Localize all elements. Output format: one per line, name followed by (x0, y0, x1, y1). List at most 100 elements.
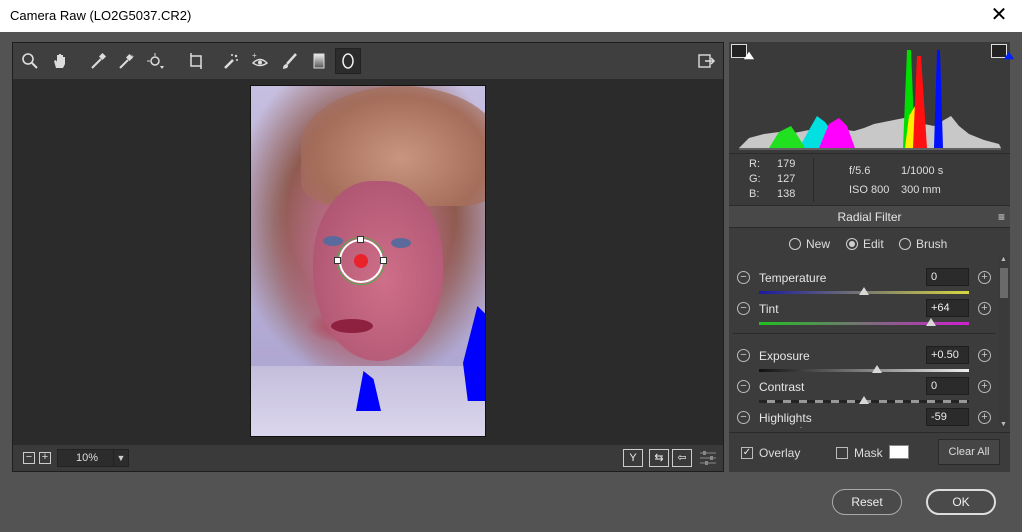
r-value: 179 (777, 158, 796, 170)
plus-icon[interactable]: + (978, 380, 991, 393)
photo-eye-right (391, 238, 411, 248)
open-preferences-icon[interactable] (693, 48, 719, 74)
ok-button[interactable]: OK (926, 489, 996, 515)
minus-icon[interactable]: − (737, 302, 750, 315)
zoom-in-button[interactable]: + (39, 452, 51, 464)
radial-handle-left[interactable] (334, 257, 341, 264)
zoom-tool-icon[interactable] (17, 48, 43, 74)
b-label: B: (749, 188, 760, 200)
reset-button[interactable]: Reset (832, 489, 902, 515)
group-divider (733, 333, 995, 334)
white-balance-tool-icon[interactable] (85, 48, 111, 74)
slider-row-exposure: − Exposure +0.50 + (729, 345, 997, 376)
scroll-thumb[interactable] (1000, 268, 1008, 298)
targeted-adjustment-tool-icon[interactable] (143, 48, 169, 74)
exposure-thumb[interactable] (871, 365, 882, 373)
adjustment-brush-icon[interactable] (277, 48, 303, 74)
hand-tool-icon[interactable] (47, 48, 73, 74)
checkmark-icon: ✓ (741, 447, 753, 459)
zoom-level-field[interactable]: 10% (57, 449, 117, 467)
slider-label: Exposure (759, 349, 810, 363)
sliders-scrollbar[interactable]: ▲ ▼ (999, 256, 1009, 428)
radial-filter-pin[interactable] (354, 254, 368, 268)
before-after-view-button[interactable]: Y (623, 449, 643, 467)
minus-icon[interactable]: − (737, 411, 750, 424)
histogram (729, 42, 1015, 154)
mask-color-swatch[interactable] (889, 445, 909, 459)
exposure-track[interactable] (759, 369, 969, 372)
photo-eye-left (323, 236, 343, 246)
highlight-clipping-warning-icon[interactable] (991, 44, 1015, 60)
highlight-clipping-right (463, 306, 485, 401)
svg-text:+: + (252, 51, 257, 60)
contrast-value-field[interactable]: 0 (926, 377, 969, 395)
exposure-value-field[interactable]: +0.50 (926, 346, 969, 364)
tint-track[interactable] (759, 322, 969, 325)
pixel-info: R: 179 G: 127 B: 138 f/5.6 1/1000 s ISO 800… (729, 154, 1010, 206)
slider-row-temperature: − Temperature 0 + (729, 267, 997, 298)
mode-edit-label: Edit (863, 237, 884, 251)
toggle-settings-icon[interactable] (697, 447, 719, 469)
radial-filter-icon[interactable] (335, 48, 361, 74)
contrast-thumb[interactable] (859, 396, 869, 404)
plus-icon[interactable]: + (978, 411, 991, 424)
clear-all-button[interactable]: Clear All (938, 439, 1000, 465)
crop-tool-icon[interactable] (183, 48, 209, 74)
swap-before-after-button[interactable]: ⇆ (649, 449, 669, 467)
svg-text:+: + (130, 54, 134, 61)
slider-row-tint: − Tint +64 + (729, 298, 997, 329)
panel-menu-icon[interactable]: ≡ (998, 206, 1005, 228)
minus-icon[interactable]: − (737, 349, 750, 362)
aperture: f/5.6 (849, 165, 871, 177)
slider-label: Contrast (759, 380, 805, 394)
slider-row-contrast: − Contrast 0 + (729, 376, 997, 407)
tint-value-field[interactable]: +64 (926, 299, 969, 317)
g-label: G: (749, 173, 761, 185)
highlights-thumb[interactable] (796, 427, 806, 428)
color-sampler-tool-icon[interactable]: + (113, 48, 139, 74)
chevron-down-icon[interactable]: ▼ (113, 449, 129, 467)
scroll-down-icon[interactable]: ▼ (1000, 421, 1007, 428)
plus-icon[interactable]: + (978, 302, 991, 315)
overlay-checkbox[interactable]: ✓ Overlay (741, 446, 800, 460)
zoom-out-button[interactable]: − (23, 452, 35, 464)
close-icon[interactable]: ✕ (976, 0, 1022, 32)
slider-row-highlights: − Highlights -59 + (729, 407, 997, 428)
focal-length: 300 mm (901, 184, 941, 196)
mask-checkbox[interactable]: Mask (836, 446, 883, 460)
minus-icon[interactable]: − (737, 271, 750, 284)
photo-preview[interactable] (250, 85, 486, 437)
minus-icon[interactable]: − (737, 380, 750, 393)
radial-handle-top[interactable] (357, 236, 364, 243)
slider-label: Tint (759, 302, 779, 316)
shadow-clipping-warning-icon[interactable] (731, 44, 755, 60)
mode-edit-radio[interactable]: Edit (846, 237, 884, 251)
plus-icon[interactable]: + (978, 271, 991, 284)
tool-bar: + + (13, 43, 723, 79)
panel-title: Radial Filter (837, 210, 902, 224)
scroll-up-icon[interactable]: ▲ (1000, 256, 1007, 263)
temperature-value-field[interactable]: 0 (926, 268, 969, 286)
temperature-thumb[interactable] (859, 287, 869, 295)
window-title: Camera Raw (LO2G5037.CR2) (10, 8, 192, 23)
mode-new-label: New (806, 237, 831, 251)
spot-removal-tool-icon[interactable] (218, 48, 244, 74)
g-value: 127 (777, 173, 796, 185)
b-value: 138 (777, 188, 796, 200)
r-label: R: (749, 158, 760, 170)
copy-settings-button[interactable]: ⇦ (672, 449, 692, 467)
red-eye-removal-tool-icon[interactable]: + (247, 48, 273, 74)
radial-handle-right[interactable] (380, 257, 387, 264)
mask-checkbox-box (836, 447, 848, 459)
adjustment-sliders: − Temperature 0 + − Tint +64 + − Exposur… (729, 256, 997, 428)
mode-new-radio[interactable]: New (789, 237, 830, 251)
panel-header: Radial Filter ≡ (729, 206, 1010, 228)
highlights-value-field[interactable]: -59 (926, 408, 969, 426)
iso: ISO 800 (849, 184, 890, 196)
plus-icon[interactable]: + (978, 349, 991, 362)
graduated-filter-icon[interactable] (306, 48, 332, 74)
tint-thumb[interactable] (926, 318, 937, 326)
mode-selector: New Edit Brush (729, 228, 1010, 256)
preview-area: + + − + 10% ▼ Y ⇆ ⇦ (12, 42, 724, 472)
mode-brush-radio[interactable]: Brush (899, 237, 947, 251)
